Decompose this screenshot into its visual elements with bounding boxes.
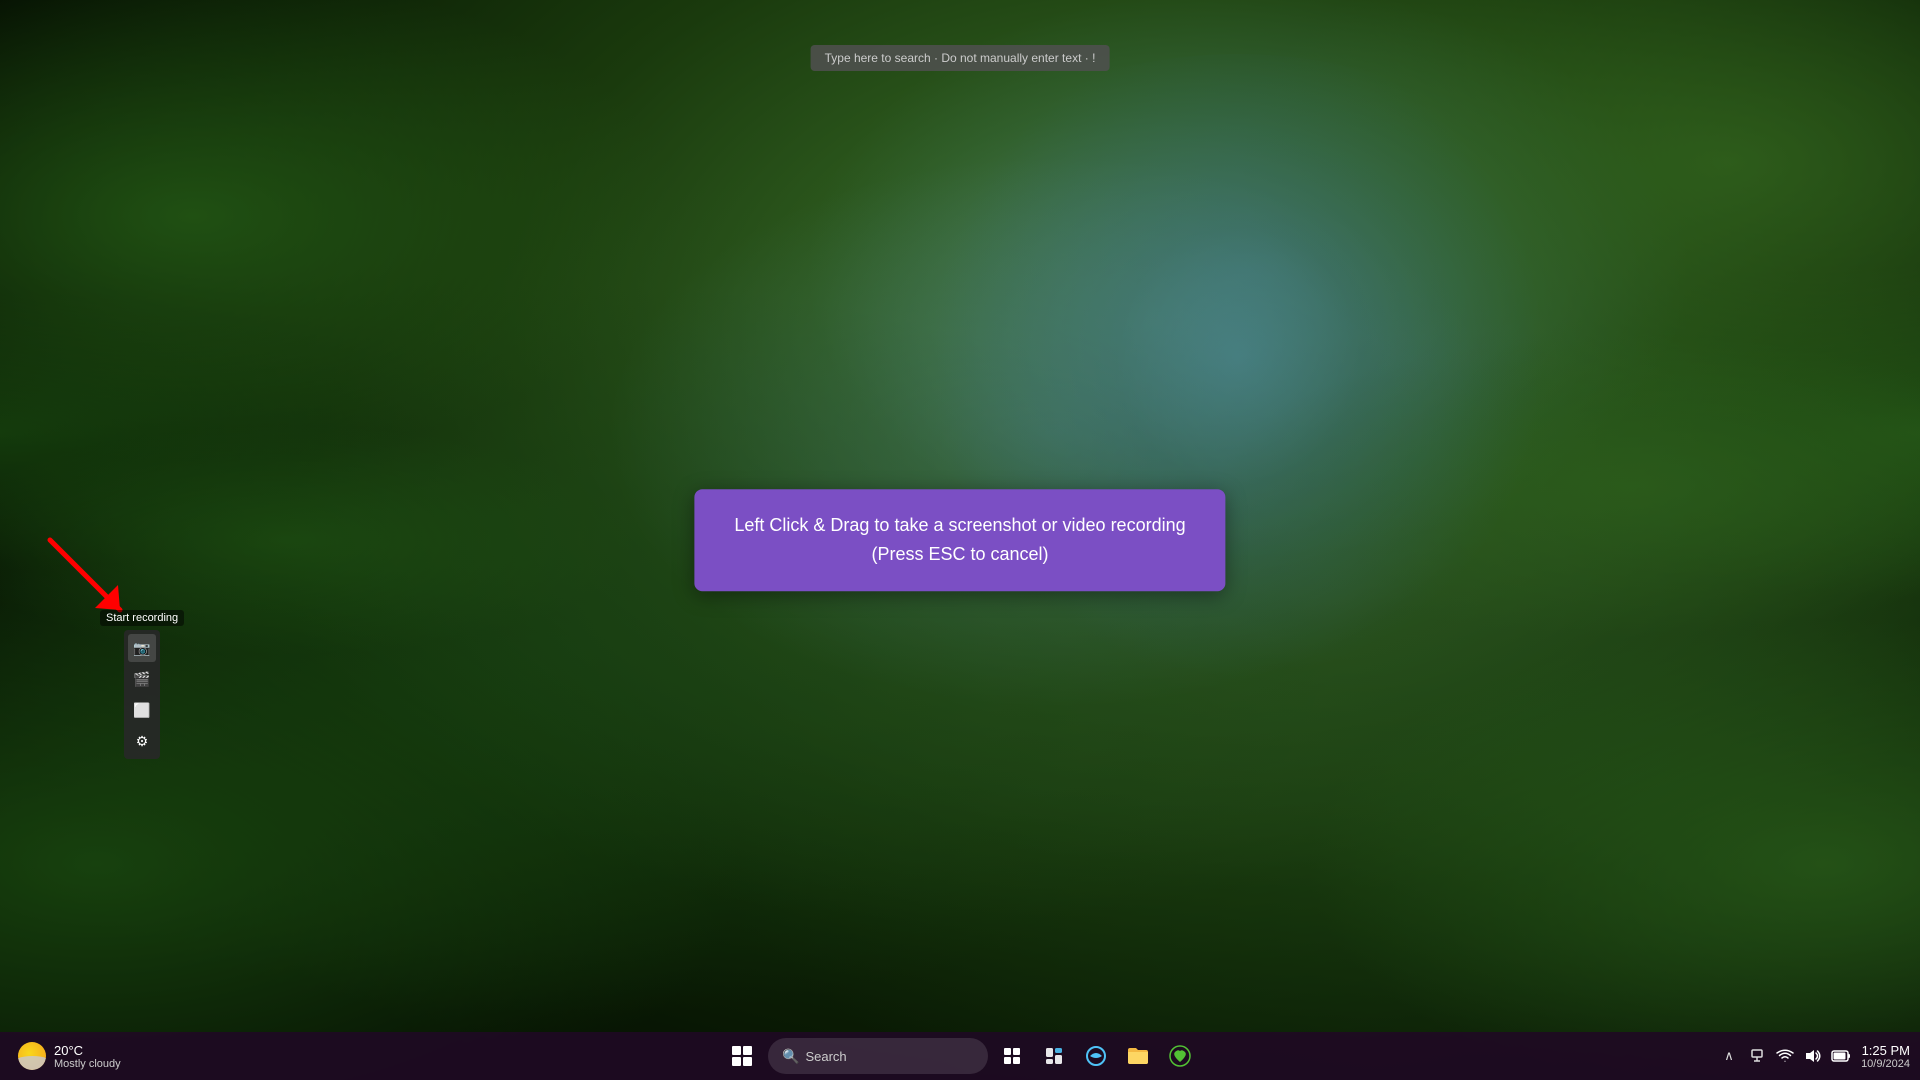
weather-text: 20°C Mostly cloudy xyxy=(54,1043,121,1070)
volume-icon xyxy=(1804,1048,1822,1064)
folder-icon xyxy=(1127,1047,1149,1065)
xbox-btn[interactable] xyxy=(1162,1038,1198,1074)
screenshot-mode-btn[interactable]: 📷 xyxy=(128,634,156,662)
window-icon: ⬜ xyxy=(133,702,150,719)
taskbar-center: 🔍 Search xyxy=(722,1036,1198,1076)
network-icon-btn[interactable] xyxy=(1745,1044,1769,1068)
search-icon: 🔍 xyxy=(782,1048,799,1065)
widgets-btn[interactable] xyxy=(1036,1038,1072,1074)
battery-icon-btn[interactable] xyxy=(1829,1044,1853,1068)
windows-logo xyxy=(732,1046,752,1066)
window-mode-btn[interactable]: ⬜ xyxy=(128,696,156,724)
gear-icon: ⚙ xyxy=(136,733,149,750)
weather-icon xyxy=(18,1042,46,1070)
weather-condition: Mostly cloudy xyxy=(54,1058,121,1070)
weather-widget[interactable]: 20°C Mostly cloudy xyxy=(10,1038,129,1074)
wifi-icon xyxy=(1776,1048,1794,1064)
widgets-icon xyxy=(1044,1046,1064,1066)
instruction-line1: Left Click & Drag to take a screenshot o… xyxy=(734,511,1185,540)
clock-date: 10/9/2024 xyxy=(1861,1058,1910,1070)
search-placeholder: Search xyxy=(805,1049,846,1064)
tray-icons: ∧ xyxy=(1717,1044,1853,1068)
taskbar: 20°C Mostly cloudy 🔍 Search xyxy=(0,1032,1920,1080)
camera-icon: 📷 xyxy=(133,640,150,657)
instruction-line2: (Press ESC to cancel) xyxy=(734,540,1185,569)
record-mode-btn[interactable]: 🎬 xyxy=(128,665,156,693)
lizard-head xyxy=(806,54,1670,810)
system-tray: ∧ xyxy=(1717,1043,1910,1070)
task-view-btn[interactable] xyxy=(994,1038,1030,1074)
file-explorer-btn[interactable] xyxy=(1120,1038,1156,1074)
tray-overflow-btn[interactable]: ∧ xyxy=(1717,1044,1741,1068)
wifi-icon-btn[interactable] xyxy=(1773,1044,1797,1068)
edge-icon xyxy=(1086,1046,1106,1066)
screenshot-toolbar: Start recording 📷 🎬 ⬜ ⚙ xyxy=(100,610,184,759)
task-view-icon xyxy=(1003,1047,1021,1065)
battery-icon xyxy=(1831,1049,1851,1063)
toolbar-label: Start recording xyxy=(100,610,184,626)
weather-temp: 20°C xyxy=(54,1043,121,1058)
start-button[interactable] xyxy=(722,1036,762,1076)
search-bar[interactable]: 🔍 Search xyxy=(768,1038,988,1074)
settings-btn[interactable]: ⚙ xyxy=(128,727,156,755)
clock-time: 1:25 PM xyxy=(1861,1043,1910,1058)
volume-icon-btn[interactable] xyxy=(1801,1044,1825,1068)
toolbar-buttons-container: 📷 🎬 ⬜ ⚙ xyxy=(124,630,160,759)
screenshot-instruction-overlay: Left Click & Drag to take a screenshot o… xyxy=(694,489,1225,591)
clock-display[interactable]: 1:25 PM 10/9/2024 xyxy=(1861,1043,1910,1070)
xbox-icon xyxy=(1169,1045,1191,1067)
network-icon xyxy=(1749,1048,1765,1064)
chevron-up-icon: ∧ xyxy=(1724,1048,1734,1064)
record-icon: 🎬 xyxy=(133,671,150,688)
edge-btn[interactable] xyxy=(1078,1038,1114,1074)
